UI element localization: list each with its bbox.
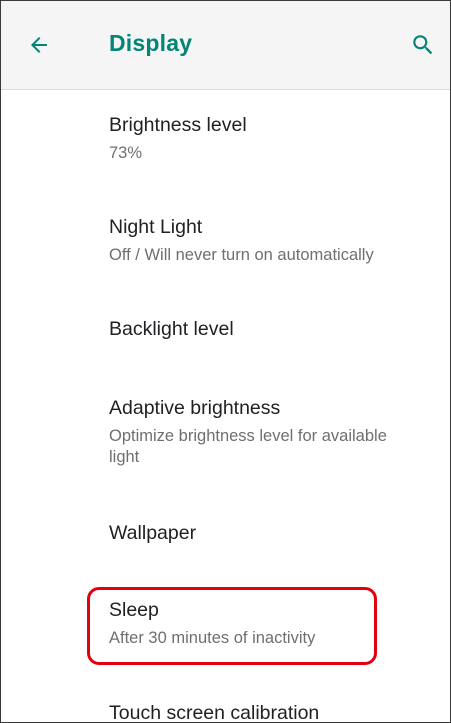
setting-subtitle: Optimize brightness level for available … [109, 427, 387, 466]
back-button[interactable] [21, 27, 57, 63]
setting-title: Wallpaper [109, 522, 197, 544]
setting-subtitle: 73% [109, 144, 143, 162]
screen-frame: Display Brightness level 73% Night Light… [0, 0, 451, 723]
setting-night-light[interactable]: Night Light Off / Will never turn on aut… [109, 215, 439, 266]
arrow-left-icon [31, 37, 47, 53]
setting-adaptive-brightness[interactable]: Adaptive brightness Optimize brightness … [109, 396, 439, 468]
setting-subtitle: Off / Will never turn on automatically [109, 246, 374, 264]
setting-subtitle: After 30 minutes of inactivity [109, 629, 316, 647]
page-title: Display [109, 30, 193, 56]
setting-wallpaper[interactable]: Wallpaper [109, 521, 439, 545]
setting-sleep[interactable]: Sleep After 30 minutes of inactivity [109, 598, 439, 649]
search-icon [413, 35, 433, 55]
setting-title: Touch screen calibration [109, 702, 320, 723]
setting-backlight-level[interactable]: Backlight level [109, 317, 439, 341]
app-bar: Display [1, 1, 450, 90]
setting-touch-screen-calibration[interactable]: Touch screen calibration [109, 701, 439, 723]
search-button[interactable] [405, 27, 441, 63]
setting-title: Sleep [109, 599, 159, 621]
setting-brightness-level[interactable]: Brightness level 73% [109, 113, 439, 164]
setting-title: Backlight level [109, 318, 234, 340]
setting-title: Brightness level [109, 114, 247, 136]
setting-title: Adaptive brightness [109, 397, 281, 419]
setting-title: Night Light [109, 216, 203, 238]
